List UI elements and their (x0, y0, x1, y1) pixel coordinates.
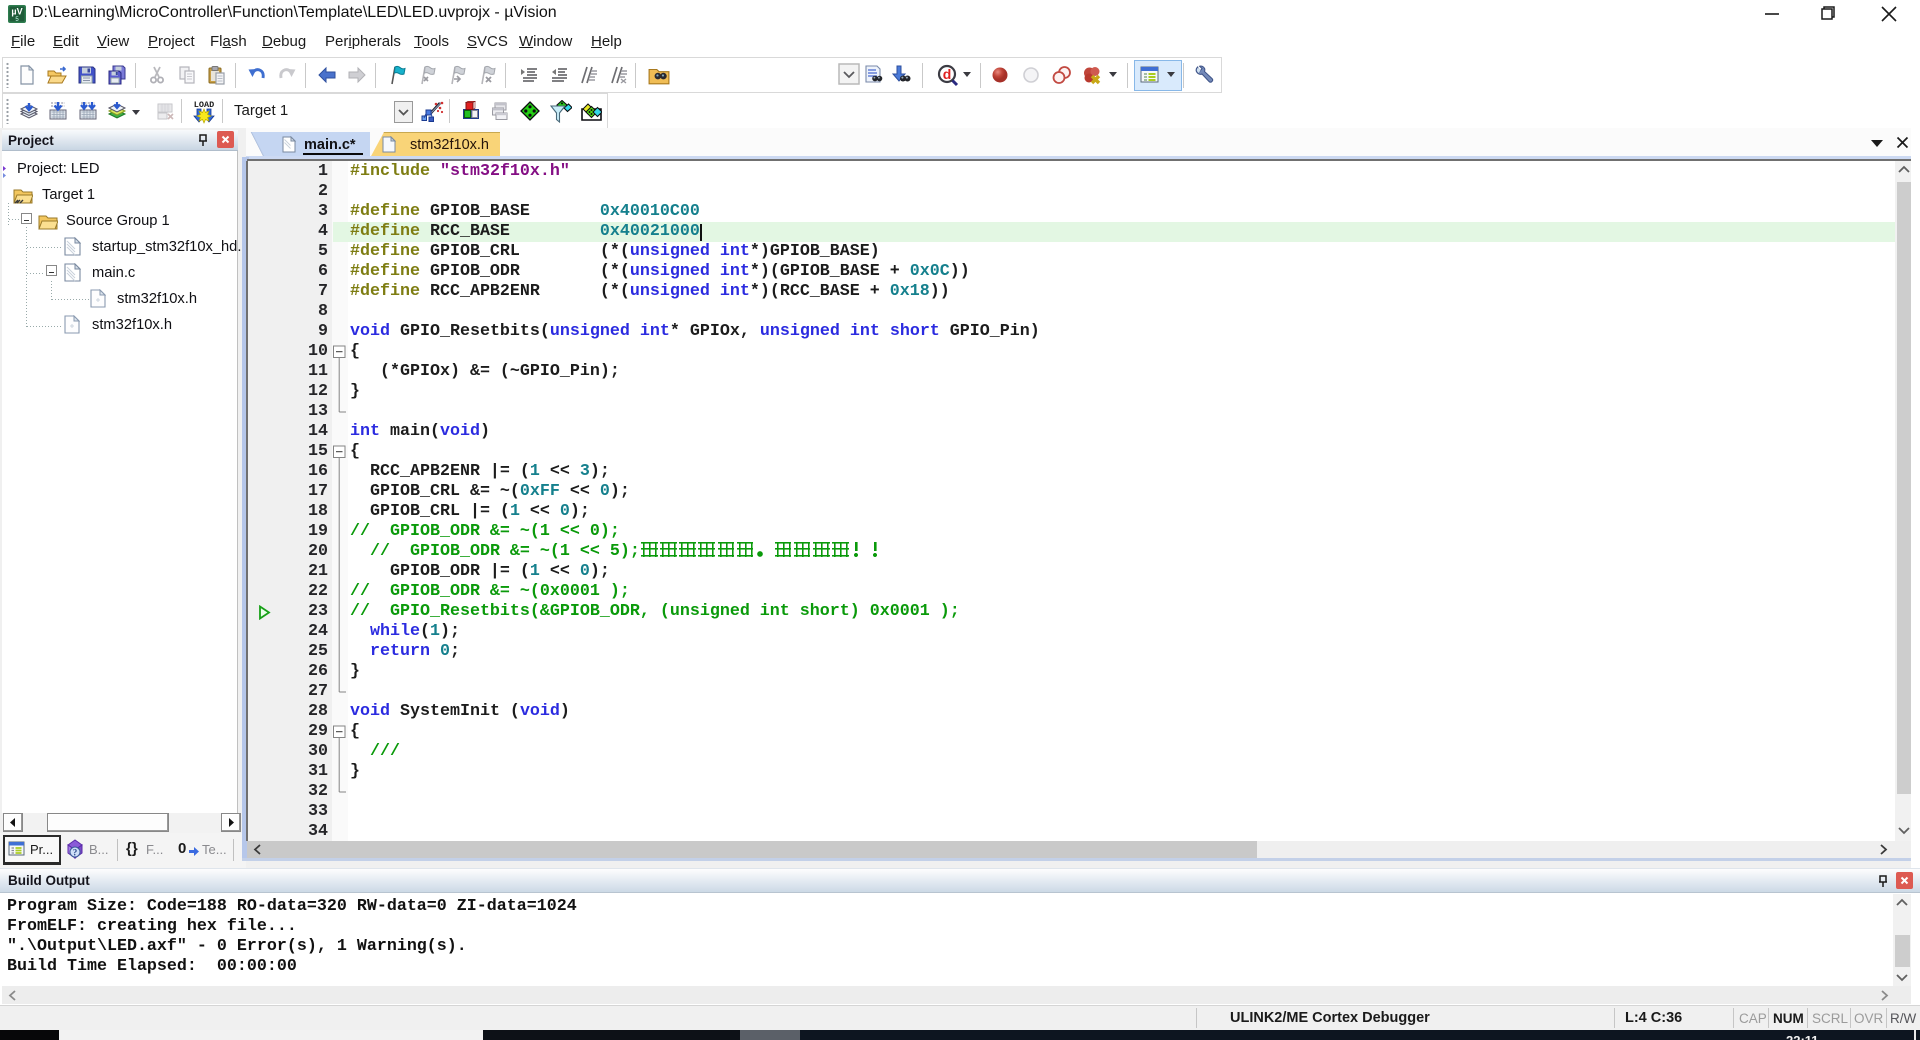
svg-text:?: ? (73, 848, 78, 858)
svg-text:µV: µV (11, 7, 22, 17)
svg-text:d: d (943, 66, 952, 82)
